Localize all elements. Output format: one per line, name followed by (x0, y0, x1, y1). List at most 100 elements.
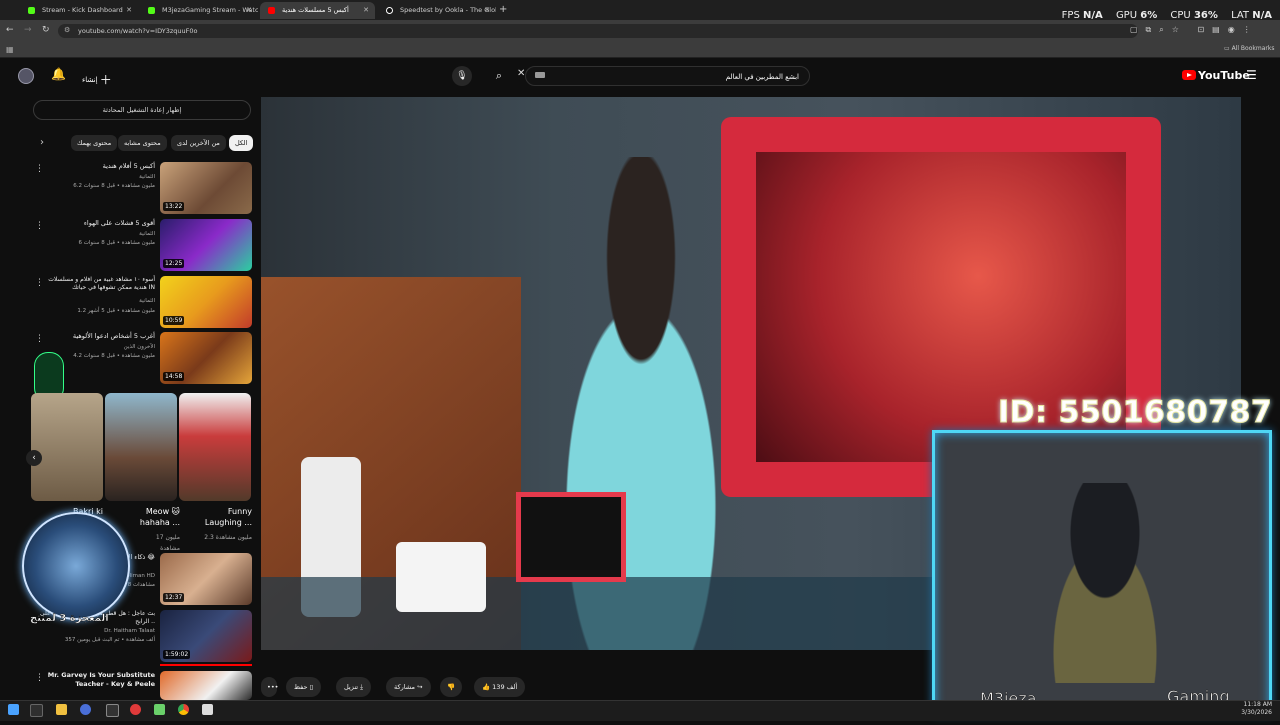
youtube-logo[interactable]: YouTube (1182, 69, 1250, 82)
video-meta: 4.2 مليون مشاهدة • قبل 8 سنوات (73, 353, 155, 359)
close-icon[interactable]: ✕ (126, 2, 132, 19)
chip-for-you[interactable]: محتوى يهمك (71, 135, 118, 151)
forward-icon[interactable]: → (24, 25, 32, 35)
more-options-icon[interactable]: ⋮ (35, 673, 44, 683)
task-view-icon[interactable] (30, 704, 43, 717)
chip-all[interactable]: الكل (229, 135, 254, 151)
save-label: حفظ (294, 683, 308, 691)
download-button[interactable]: تنزيل ⤓ (336, 677, 372, 697)
video-thumbnail[interactable]: 1:59:02 (160, 610, 252, 662)
video-thumbnail[interactable]: 10:59 (160, 276, 252, 328)
save-button[interactable]: حفظ ▯ (286, 677, 322, 697)
share-button[interactable]: مشاركة ↪ (386, 677, 431, 697)
tab-youtube[interactable]: أكبس 5 مسلسلات هندية ✕ (260, 2, 375, 19)
site-info-icon[interactable]: ⚙ (64, 26, 70, 34)
more-options-icon[interactable]: ⋮ (35, 221, 44, 231)
chip-from-others[interactable]: من الآخرين لدى (171, 135, 226, 151)
search-input[interactable]: ابشع المطربين في العالم (525, 66, 810, 86)
keyboard-icon[interactable] (535, 72, 545, 78)
file-explorer-icon[interactable] (56, 704, 67, 715)
system-clock[interactable]: 11:18 AM 3/30/2026 (1241, 701, 1272, 717)
obs-icon[interactable] (130, 704, 141, 715)
short-thumbnail[interactable] (179, 393, 251, 501)
video-title[interactable]: أسوء ١٠ مشاهد غبية من افلام و مسلسلات هن… (40, 276, 155, 292)
tablet-prop (516, 492, 626, 582)
chip-similar[interactable]: محتوى مشابه (118, 135, 167, 151)
start-icon[interactable] (8, 704, 19, 715)
all-bookmarks[interactable]: ▭ All Bookmarks (1224, 45, 1274, 52)
video-meta: 6.2 مليون مشاهدة • قبل 8 سنوات (73, 183, 155, 189)
short-thumbnail[interactable] (31, 393, 103, 501)
avatar-caption: المعجزة 3 لمنتج (30, 613, 109, 624)
notifications-bell-icon[interactable]: 🔔 (51, 67, 66, 81)
short-thumbnail[interactable] (105, 393, 177, 501)
video-title[interactable]: أكبس 5 أفلام هندية (40, 162, 155, 171)
tab-kick-stream[interactable]: M3jezaGaming Stream - Watch ✕ (140, 2, 258, 19)
close-icon[interactable]: ✕ (484, 2, 490, 19)
clock-date: 3/30/2026 (1241, 709, 1272, 716)
app-icon[interactable] (202, 704, 213, 715)
shorts-prev-icon[interactable]: ‹ (26, 450, 42, 466)
menu-hamburger-icon[interactable]: ☰ (1246, 68, 1257, 82)
account-avatar[interactable] (18, 68, 34, 84)
tab-speedtest[interactable]: Speedtest by Ookla - The Global ✕ (378, 2, 496, 19)
app-icon[interactable] (154, 704, 165, 715)
tab-kick-dashboard[interactable]: Stream - Kick Dashboard ✕ (20, 2, 138, 19)
video-title[interactable]: أقوى 5 فشلات على الهواء (40, 219, 155, 228)
close-icon[interactable]: ✕ (363, 2, 369, 19)
mug-prop (396, 542, 486, 612)
tab-label: M3jezaGaming Stream - Watch (162, 6, 258, 14)
duration-badge: 12:25 (163, 259, 185, 268)
search-icon[interactable]: ⌕ (489, 66, 509, 86)
youtube-play-icon (1182, 70, 1196, 80)
tab-label: Stream - Kick Dashboard (42, 6, 123, 14)
channel-name[interactable]: الثمانية (139, 174, 155, 180)
like-button[interactable]: 👍 139 ألف (474, 677, 526, 697)
share-icon: ↪ (417, 683, 423, 691)
list-item[interactable]: 14:58 أغرب 5 أشخاص ادعوا الألوهية الآخرو… (35, 332, 255, 386)
short-meta: 2.3 مليون مشاهدة (204, 534, 252, 541)
create-label: إنشاء (82, 76, 98, 84)
video-title[interactable]: Mr. Garvey Is Your Substitute Teacher - … (40, 671, 155, 689)
more-options-icon[interactable]: ⋮ (35, 164, 44, 174)
video-title[interactable]: أغرب 5 أشخاص ادعوا الألوهية (40, 332, 155, 341)
more-options-icon[interactable]: ⋮ (35, 278, 44, 288)
video-thumbnail[interactable]: 12:37 (160, 553, 252, 605)
channel-name[interactable]: Dr. Haitham Talaat (104, 628, 155, 634)
apps-icon[interactable]: ▦ (6, 45, 14, 54)
discord-icon[interactable] (80, 704, 91, 715)
short-title[interactable]: Funny Laughing ... (200, 506, 252, 528)
chevron-left-icon[interactable]: › (40, 137, 44, 148)
speedtest-favicon-icon (386, 7, 393, 14)
new-tab-button[interactable]: + (499, 4, 507, 15)
video-thumbnail[interactable]: 13:22 (160, 162, 252, 214)
more-options-icon[interactable]: ⋮ (35, 334, 44, 344)
list-item[interactable]: 12:25 أقوى 5 فشلات على الهواء الثمانية 6… (35, 219, 255, 273)
close-icon[interactable]: ✕ (246, 2, 252, 19)
dislike-button[interactable]: 👎 (440, 677, 462, 697)
toolbar-icons[interactable]: ▢⧉⌕☆ ⊡▤◉⋮ (1130, 25, 1259, 35)
voice-search-icon[interactable]: 🎙 (452, 66, 472, 86)
chrome-icon[interactable] (178, 704, 189, 715)
list-item[interactable]: 13:22 أكبس 5 أفلام هندية الثمانية 6.2 مل… (35, 162, 255, 216)
video-thumbnail[interactable] (160, 671, 252, 700)
short-title[interactable]: Meow 🐱 hahaha ... (122, 506, 180, 528)
create-button[interactable]: إنشاء ＋ (82, 71, 112, 88)
video-thumbnail[interactable]: 14:58 (160, 332, 252, 384)
show-chat-replay-button[interactable]: إظهار إعادة التشغيل المحادثة (33, 100, 251, 120)
taskbar (0, 700, 1280, 721)
channel-name[interactable]: الثمانية (139, 298, 155, 304)
channel-name[interactable]: الثمانية (139, 231, 155, 237)
address-bar[interactable]: youtube.com/watch?v=IDY3zquuF0o (58, 24, 1138, 38)
back-icon[interactable]: ← (6, 25, 14, 35)
reload-icon[interactable]: ↻ (42, 25, 50, 35)
list-item[interactable]: 10:59 أسوء ١٠ مشاهد غبية من افلام و مسلس… (35, 276, 255, 330)
more-actions-button[interactable]: ••• (261, 677, 279, 697)
app-icon[interactable] (106, 704, 119, 717)
duration-badge: 12:37 (163, 593, 185, 602)
video-thumbnail[interactable]: 12:25 (160, 219, 252, 271)
streamer-avatar (22, 512, 130, 620)
channel-name[interactable]: الآخرون الذين (124, 344, 155, 350)
clock-time: 11:18 AM (1243, 701, 1272, 708)
download-icon: ⤓ (360, 683, 364, 691)
